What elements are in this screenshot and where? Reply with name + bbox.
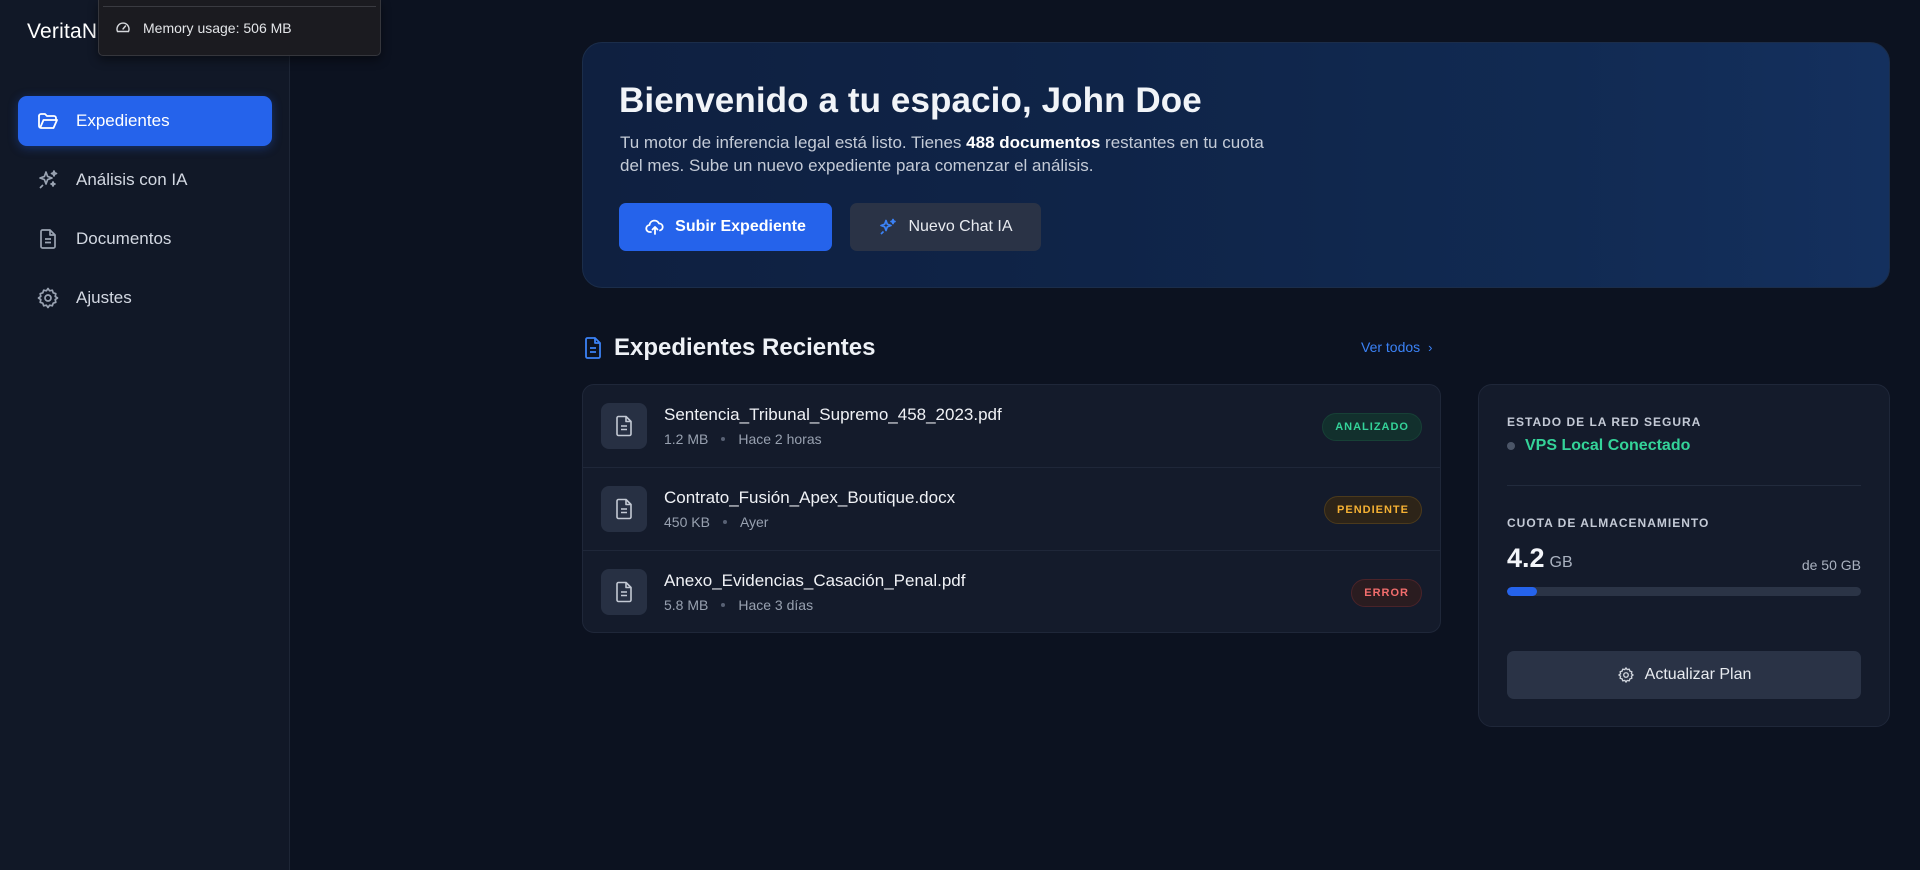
file-meta: 450 KB Ayer bbox=[664, 514, 768, 530]
recent-files-title: Expedientes Recientes bbox=[614, 334, 876, 361]
sidebar-item-label: Documentos bbox=[76, 229, 172, 248]
sparkles-icon bbox=[36, 168, 60, 192]
file-time: Ayer bbox=[739, 514, 769, 530]
network-status-label: ESTADO DE LA RED SEGURA bbox=[1507, 415, 1702, 429]
list-item[interactable]: Anexo_Evidencias_Casación_Penal.pdf 5.8 … bbox=[583, 551, 1440, 632]
recent-files-heading: Expedientes Recientes bbox=[582, 334, 875, 362]
list-item[interactable]: Sentencia_Tribunal_Supremo_458_2023.pdf … bbox=[583, 385, 1440, 468]
status-dot bbox=[1507, 442, 1515, 450]
welcome-banner: Bienvenido a tu espacio, John Doe Tu mot… bbox=[582, 42, 1890, 288]
network-status: VPS Local Conectado bbox=[1507, 437, 1690, 455]
gauge-icon bbox=[115, 20, 131, 36]
file-name: Contrato_Fusión_Apex_Boutique.docx bbox=[664, 488, 956, 507]
sparkles-icon bbox=[878, 217, 898, 237]
sidebar: VeritaN Expedientes Análisis con IA Docu… bbox=[0, 0, 290, 870]
file-icon bbox=[601, 569, 647, 615]
file-meta: 5.8 MB Hace 3 días bbox=[664, 597, 813, 613]
see-all-link[interactable]: Ver todos › bbox=[1361, 339, 1433, 355]
folder-open-icon bbox=[36, 109, 60, 133]
sidebar-item-expedientes[interactable]: Expedientes bbox=[18, 96, 272, 146]
upgrade-plan-button[interactable]: Actualizar Plan bbox=[1507, 651, 1861, 699]
network-storage-card: ESTADO DE LA RED SEGURA VPS Local Conect… bbox=[1478, 384, 1890, 727]
remaining-documents-count: 488 documentos bbox=[966, 133, 1101, 152]
sidebar-item-label: Análisis con IA bbox=[76, 170, 188, 189]
separator-dot bbox=[721, 437, 726, 441]
recent-files-list: Sentencia_Tribunal_Supremo_458_2023.pdf … bbox=[582, 384, 1441, 633]
file-time: Hace 2 horas bbox=[738, 431, 822, 447]
separator-dot bbox=[722, 520, 727, 524]
memory-usage-tooltip: Memory usage: 506 MB bbox=[98, 0, 381, 56]
network-status-text: VPS Local Conectado bbox=[1525, 437, 1691, 454]
brand-logo: VeritaN bbox=[27, 20, 98, 43]
list-item[interactable]: Contrato_Fusión_Apex_Boutique.docx 450 K… bbox=[583, 468, 1440, 551]
separator-dot bbox=[721, 603, 726, 607]
see-all-label: Ver todos bbox=[1361, 339, 1421, 355]
welcome-subtitle: Tu motor de inferencia legal está listo.… bbox=[620, 131, 1280, 177]
storage-used-unit: GB bbox=[1549, 554, 1573, 571]
sidebar-item-ajustes[interactable]: Ajustes bbox=[18, 273, 272, 323]
upload-file-label: Subir Expediente bbox=[675, 218, 806, 235]
file-size: 5.8 MB bbox=[664, 597, 709, 613]
file-time: Hace 3 días bbox=[738, 597, 814, 613]
storage-quota-label: CUOTA DE ALMACENAMIENTO bbox=[1507, 516, 1710, 530]
sidebar-nav: Expedientes Análisis con IA Documentos A… bbox=[18, 96, 272, 332]
file-name: Anexo_Evidencias_Casación_Penal.pdf bbox=[664, 571, 966, 590]
welcome-title: Bienvenido a tu espacio, John Doe bbox=[619, 81, 1202, 120]
file-name: Sentencia_Tribunal_Supremo_458_2023.pdf bbox=[664, 405, 1002, 424]
sidebar-item-label: Ajustes bbox=[76, 288, 132, 307]
gear-icon bbox=[36, 286, 60, 310]
storage-progress-fill bbox=[1507, 587, 1537, 596]
welcome-subtitle-part: Tu motor de inferencia legal está listo.… bbox=[620, 133, 967, 152]
memory-usage-text: Memory usage: 506 MB bbox=[143, 19, 292, 36]
sidebar-item-label: Expedientes bbox=[76, 111, 170, 130]
upgrade-plan-label: Actualizar Plan bbox=[1644, 666, 1752, 683]
file-icon bbox=[601, 403, 647, 449]
sidebar-item-analisis[interactable]: Análisis con IA bbox=[18, 155, 272, 205]
status-badge: PENDIENTE bbox=[1324, 496, 1422, 524]
sidebar-item-documentos[interactable]: Documentos bbox=[18, 214, 272, 264]
status-badge: ANALIZADO bbox=[1322, 413, 1422, 441]
file-meta: 1.2 MB Hace 2 horas bbox=[664, 431, 822, 447]
storage-used: 4.2 GB bbox=[1507, 543, 1573, 574]
gear-icon bbox=[1617, 666, 1635, 684]
storage-progress-bar bbox=[1507, 587, 1861, 596]
file-size: 450 KB bbox=[664, 514, 710, 530]
upload-file-button[interactable]: Subir Expediente bbox=[619, 203, 832, 251]
status-badge: ERROR bbox=[1351, 579, 1422, 607]
storage-used-value: 4.2 bbox=[1507, 543, 1545, 573]
document-icon bbox=[36, 227, 60, 251]
new-ai-chat-button[interactable]: Nuevo Chat IA bbox=[850, 203, 1041, 251]
divider bbox=[1507, 485, 1861, 486]
file-size: 1.2 MB bbox=[664, 431, 709, 447]
storage-total: de 50 GB bbox=[1801, 557, 1861, 573]
new-ai-chat-label: Nuevo Chat IA bbox=[908, 218, 1013, 235]
file-icon bbox=[601, 486, 647, 532]
document-icon bbox=[582, 336, 604, 360]
chevron-right-icon: › bbox=[1428, 339, 1433, 355]
cloud-upload-icon bbox=[645, 217, 665, 237]
